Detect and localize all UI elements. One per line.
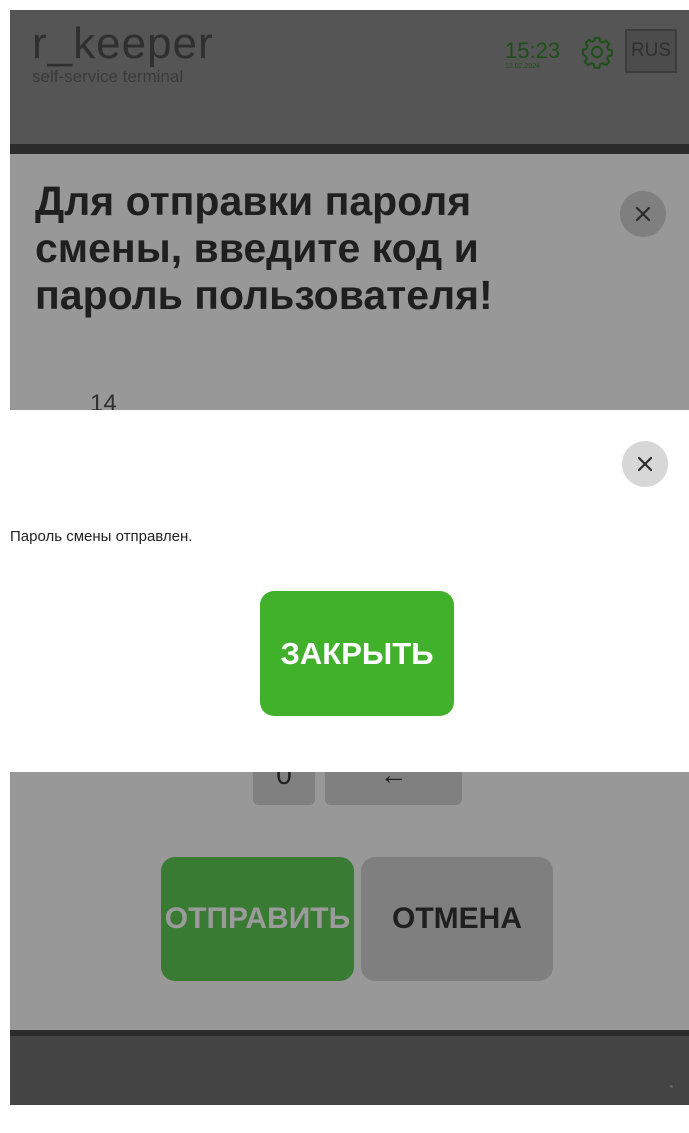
language-button[interactable]: RUS	[625, 29, 677, 73]
gear-icon[interactable]	[580, 35, 614, 69]
modal-close-button[interactable]	[622, 441, 668, 487]
app-name: r_keeper	[32, 19, 214, 68]
close-icon	[637, 456, 653, 472]
header: r_keeper self-service terminal 15:23 13.…	[10, 10, 689, 144]
cancel-button[interactable]: ОТМЕНА	[361, 857, 553, 981]
app-subtitle: self-service terminal	[32, 67, 184, 86]
dialog-close-button[interactable]	[620, 191, 666, 237]
clock-date: 13.02.2024	[505, 63, 541, 70]
confirmation-modal: Пароль смены отправлен. ЗАКРЫТЬ	[10, 410, 689, 772]
close-button[interactable]: ЗАКРЫТЬ	[260, 591, 454, 716]
clock-time: 15:23	[505, 38, 561, 63]
send-button[interactable]: ОТПРАВИТЬ	[161, 857, 354, 981]
dialog-title: Для отправки пароля смены, введите код и…	[35, 178, 493, 318]
footer-bar	[10, 1036, 689, 1105]
clock: 15:23 13.02.2024	[505, 40, 560, 71]
close-icon	[635, 206, 651, 222]
modal-message: Пароль смены отправлен.	[10, 528, 193, 545]
corner-dot	[670, 1085, 673, 1088]
logo: r_keeper self-service terminal	[32, 22, 214, 86]
terminal-screen: r_keeper self-service terminal 15:23 13.…	[10, 10, 689, 1105]
